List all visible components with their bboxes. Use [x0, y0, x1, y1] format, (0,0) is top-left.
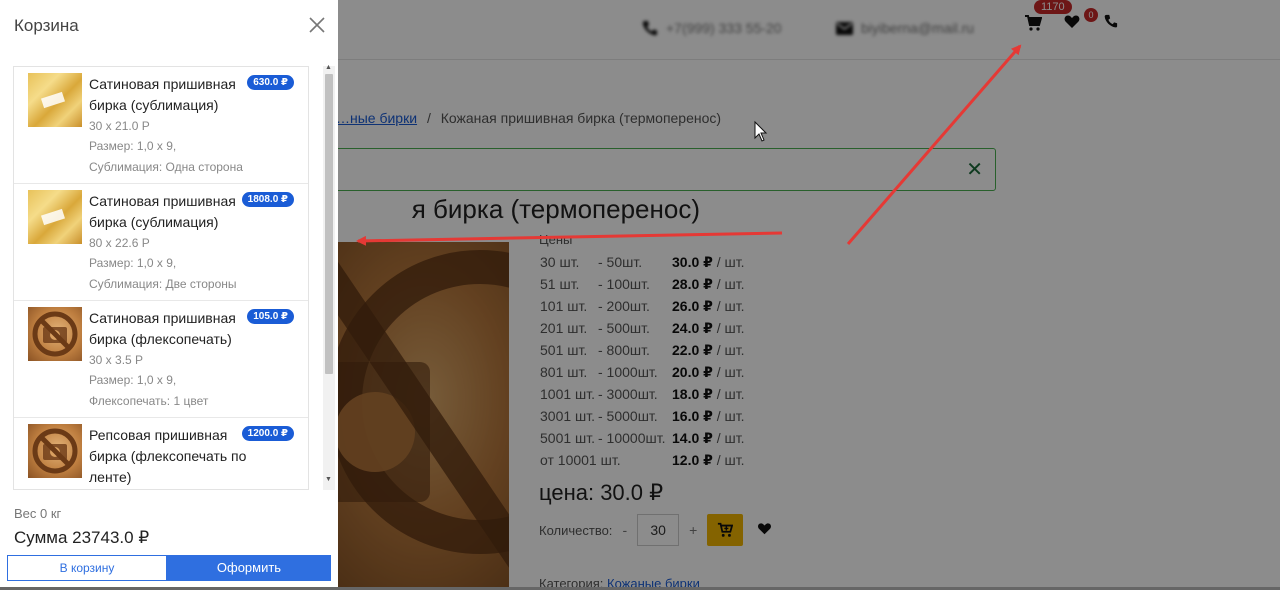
cart-item-dims: 30 x 21.0 Р [89, 119, 150, 133]
cart-item-price-badge: 1808.0 ₽ [241, 192, 294, 207]
cart-item[interactable]: Сатиновая пришивная бирка (сублимация) 63… [14, 67, 308, 184]
checkout-button[interactable]: Оформить [167, 555, 331, 581]
cart-item[interactable]: Репсовая пришивная бирка (флексопечать п… [14, 418, 308, 489]
cart-total: Сумма 23743.0 ₽ [14, 528, 150, 547]
cart-item-option: Флексопечать: 1 цвет [89, 394, 209, 408]
cart-item-size: Размер: 1,0 x 9, [89, 139, 177, 153]
cart-title: Корзина [14, 16, 79, 35]
cart-item-dims: 80 x 22.6 Р [89, 236, 150, 250]
cart-item-size: Размер: 1,0 x 9, [89, 256, 177, 270]
cart-item-name[interactable]: Сатиновая пришивная бирка (сублимация) [89, 191, 249, 233]
cart-item-dims: 30 x 3.5 Р [89, 353, 144, 367]
cart-item-name[interactable]: Сатиновая пришивная бирка (флексопечать) [89, 308, 249, 350]
cart-item-price-badge: 105.0 ₽ [247, 309, 294, 324]
cart-item-name[interactable]: Сатиновая пришивная бирка (сублимация) [89, 74, 249, 116]
scroll-down-arrow-icon[interactable]: ▼ [325, 476, 332, 483]
cart-scrollbar[interactable]: ▲ ▼ [323, 64, 335, 490]
product-thumbnail[interactable] [28, 73, 82, 127]
cart-item-list[interactable]: Сатиновая пришивная бирка (сублимация) 63… [13, 66, 309, 490]
scrollbar-thumb[interactable] [325, 74, 333, 374]
no-photo-icon [32, 428, 78, 474]
no-photo-icon [32, 311, 78, 357]
scroll-up-arrow-icon[interactable]: ▲ [325, 64, 332, 71]
go-to-cart-button[interactable]: В корзину [7, 555, 167, 581]
cart-item-price-badge: 1200.0 ₽ [241, 426, 294, 441]
cart-item-option: Сублимация: Две стороны [89, 277, 237, 291]
cart-item-name[interactable]: Репсовая пришивная бирка (флексопечать п… [89, 425, 249, 488]
cart-item-size: Размер: 1,0 x 9, [89, 373, 177, 387]
cart-weight: Вес 0 кг [14, 506, 62, 521]
close-icon[interactable] [306, 14, 328, 36]
cart-item[interactable]: Сатиновая пришивная бирка (сублимация) 18… [14, 184, 308, 301]
cart-drawer: Корзина Сатиновая пришивная бирка (субли… [0, 0, 338, 590]
no-photo-thumbnail[interactable] [28, 307, 82, 361]
cart-item[interactable]: Сатиновая пришивная бирка (флексопечать)… [14, 301, 308, 418]
product-thumbnail[interactable] [28, 190, 82, 244]
no-photo-thumbnail[interactable] [28, 424, 82, 478]
cart-item-option: Сублимация: Одна сторона [89, 160, 243, 174]
cart-item-price-badge: 630.0 ₽ [247, 75, 294, 90]
